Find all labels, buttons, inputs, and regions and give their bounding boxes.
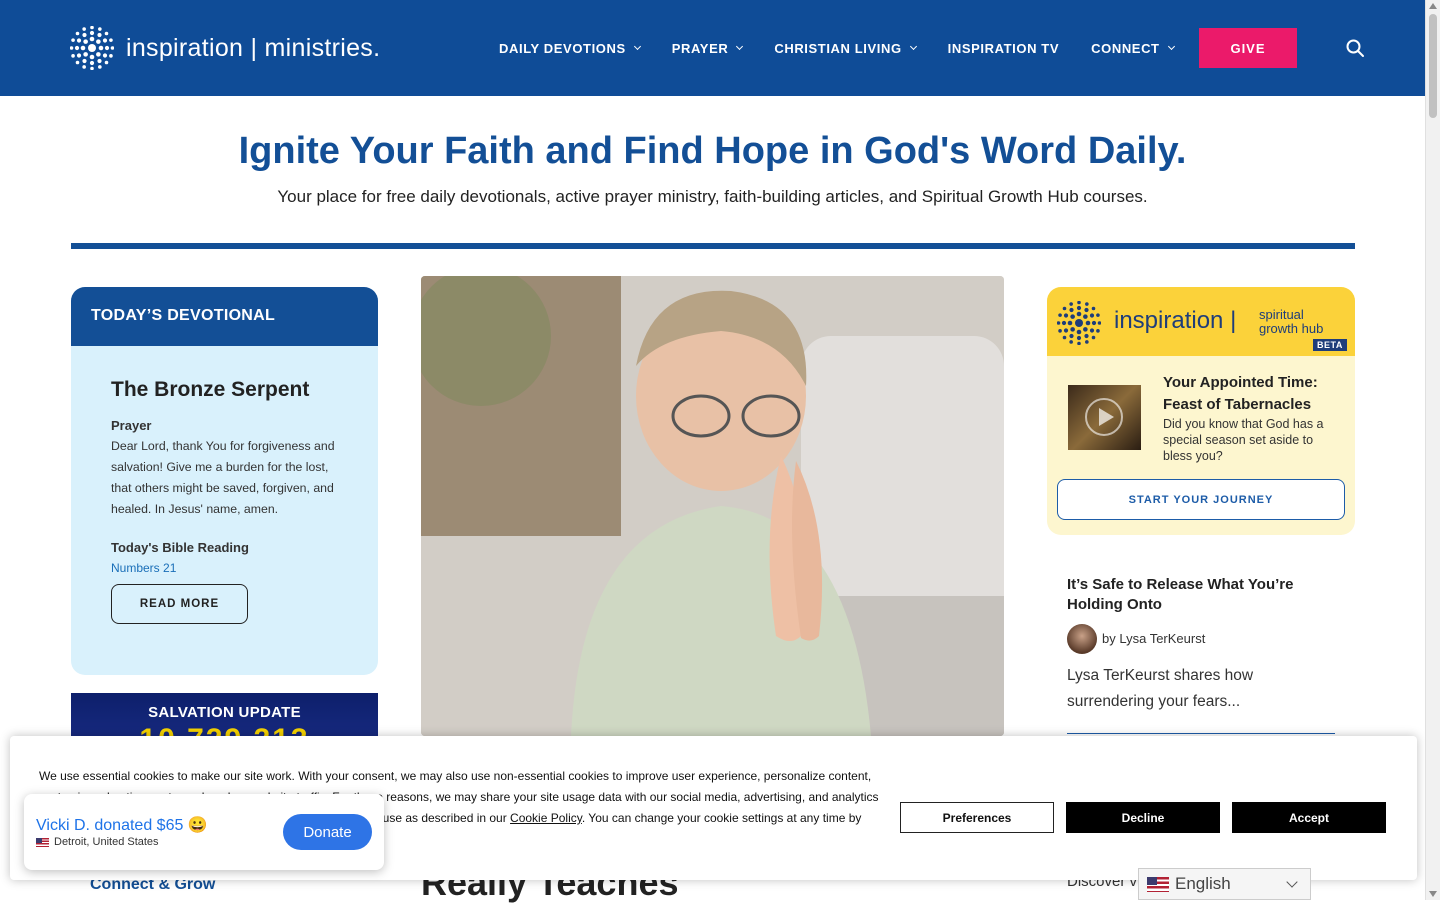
article-divider: [1067, 733, 1335, 734]
cookie-accept-button[interactable]: Accept: [1232, 802, 1386, 833]
us-flag-icon: [36, 837, 49, 847]
chevron-down-icon: [1286, 876, 1298, 888]
nav-label: CHRISTIAN LIVING: [774, 40, 902, 56]
course-title[interactable]: Your Appointed Time: Feast of Tabernacle…: [1163, 372, 1343, 416]
chevron-down-icon: [909, 42, 917, 51]
donor-location: Detroit, United States: [36, 836, 159, 848]
beta-badge: BETA: [1313, 339, 1347, 351]
scroll-down-arrow[interactable]: [1429, 891, 1437, 897]
read-more-button[interactable]: READ MORE: [111, 584, 248, 624]
bible-reading-link[interactable]: Numbers 21: [111, 561, 338, 575]
photo-illustration: [421, 276, 1004, 736]
page-scrollbar[interactable]: [1425, 0, 1440, 900]
us-flag-icon: [1147, 876, 1169, 892]
donor-message: Vicki D. donated $65 😀: [36, 817, 208, 834]
chevron-down-icon: [1167, 42, 1175, 51]
give-button[interactable]: GIVE: [1199, 28, 1297, 68]
devotional-title[interactable]: The Bronze Serpent: [111, 378, 338, 402]
todays-devotional-card: TODAY’S DEVOTIONAL The Bronze Serpent Pr…: [71, 287, 378, 675]
play-icon: [1085, 398, 1123, 436]
site-logo[interactable]: inspiration | ministries.: [70, 26, 380, 70]
site-header: inspiration | ministries. DAILY DEVOTION…: [0, 0, 1425, 96]
nav-label: DAILY DEVOTIONS: [499, 40, 626, 56]
nav-label: PRAYER: [671, 40, 729, 56]
featured-article-card: It’s Safe to Release What You’re Holding…: [1047, 553, 1355, 753]
hub-header: inspiration | spiritual growth hub BETA: [1047, 287, 1355, 356]
cookie-decline-button[interactable]: Decline: [1066, 802, 1220, 833]
hub-sub-line: growth hub: [1259, 321, 1324, 336]
main-nav: DAILY DEVOTIONS PRAYER CHRISTIAN LIVING …: [499, 0, 1206, 96]
bible-reading-label: Today's Bible Reading: [111, 540, 249, 555]
prayer-text: Dear Lord, thank You for forgiveness and…: [111, 439, 335, 516]
hero-title: Ignite Your Faith and Find Hope in God's…: [238, 130, 1187, 172]
article-description: Lysa TerKeurst shares how surrendering y…: [1067, 667, 1254, 710]
chevron-down-icon: [736, 42, 744, 51]
scroll-up-arrow[interactable]: [1429, 3, 1437, 9]
section-divider: [71, 243, 1355, 249]
chevron-down-icon: [633, 42, 641, 51]
nav-inspiration-tv[interactable]: INSPIRATION TV: [948, 41, 1059, 56]
prayer-label: Prayer: [111, 418, 152, 433]
donate-button[interactable]: Donate: [283, 814, 372, 850]
logo-text: inspiration | ministries.: [126, 33, 381, 62]
scrollbar-thumb[interactable]: [1429, 14, 1437, 118]
hero-subtitle: Your place for free daily devotionals, a…: [277, 187, 1148, 206]
language-label: English: [1175, 874, 1231, 893]
spiritual-growth-hub-card: inspiration | spiritual growth hub BETA …: [1047, 287, 1355, 535]
hub-sub-line: spiritual: [1259, 307, 1304, 322]
nav-prayer[interactable]: PRAYER: [671, 40, 744, 56]
course-description: Did you know that God has a special seas…: [1163, 417, 1324, 463]
logo-burst-icon: [70, 26, 114, 70]
search-icon[interactable]: [1345, 38, 1365, 58]
cookie-preferences-button[interactable]: Preferences: [900, 802, 1054, 833]
devotional-header: TODAY’S DEVOTIONAL: [71, 287, 378, 346]
donor-location-text: Detroit, United States: [54, 836, 159, 848]
cookie-policy-link[interactable]: Cookie Policy: [510, 811, 582, 825]
language-selector[interactable]: English: [1138, 868, 1311, 900]
nav-daily-devotions[interactable]: DAILY DEVOTIONS: [499, 40, 641, 56]
article-author: by Lysa TerKeurst: [1102, 631, 1206, 646]
logo-burst-icon: [1057, 301, 1101, 345]
praying-woman-photo[interactable]: [421, 276, 1004, 736]
article-title[interactable]: It’s Safe to Release What You’re Holding…: [1067, 575, 1342, 615]
salvation-title: SALVATION UPDATE: [148, 704, 301, 721]
nav-christian-living[interactable]: CHRISTIAN LIVING: [774, 40, 917, 56]
nav-label: INSPIRATION TV: [947, 40, 1060, 56]
donation-toast: Vicki D. donated $65 😀 Detroit, United S…: [24, 794, 384, 870]
author-avatar: [1067, 624, 1097, 654]
start-journey-button[interactable]: START YOUR JOURNEY: [1057, 479, 1345, 520]
nav-label: CONNECT: [1091, 40, 1160, 56]
nav-connect[interactable]: CONNECT: [1091, 40, 1175, 56]
hub-logo-text: inspiration |: [1114, 307, 1237, 334]
hub-logo-sub: spiritual growth hub: [1259, 308, 1323, 336]
course-thumbnail[interactable]: [1068, 385, 1141, 450]
